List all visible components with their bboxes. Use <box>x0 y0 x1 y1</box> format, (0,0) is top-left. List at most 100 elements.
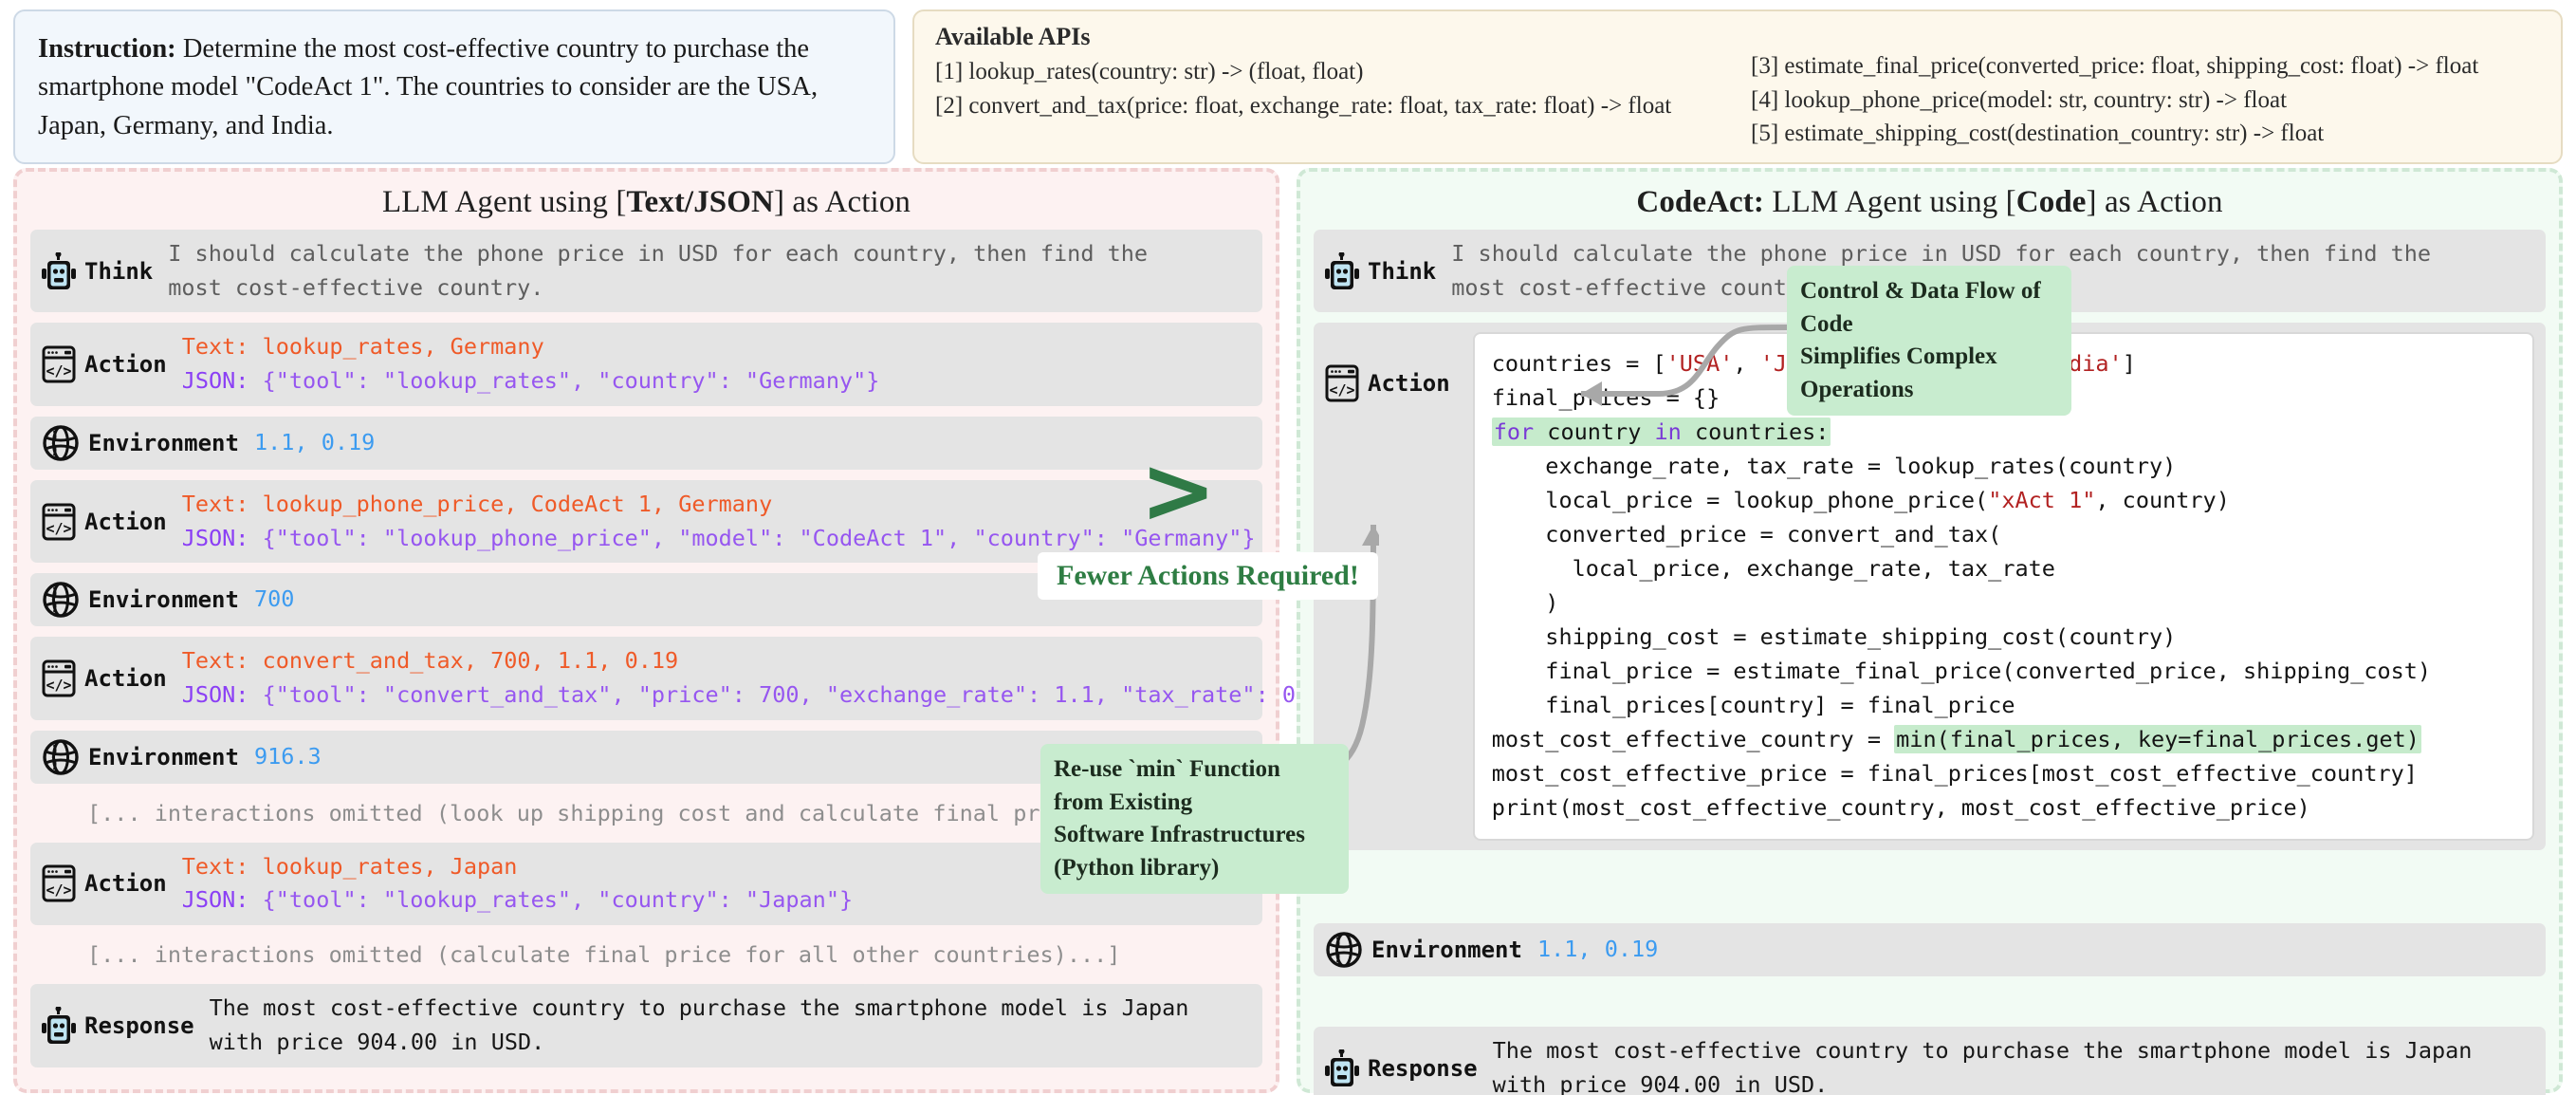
code-line: most_cost_effective_price = final_prices… <box>1492 757 2517 791</box>
left-title-suffix: ] as Action <box>773 185 911 219</box>
turn-row-environment: Environment 1.1, 0.19 <box>1314 922 2546 976</box>
code-keyword: in <box>1654 418 1682 446</box>
callout-control-flow-line2: Simplifies Complex Operations <box>1800 343 1997 402</box>
right-title-mid: LLM Agent using [ <box>1763 185 2016 219</box>
code-line: final_price = estimate_final_price(conve… <box>1492 655 2517 689</box>
svg-text:</>: </> <box>46 520 71 537</box>
role-environment: Environment <box>42 424 239 462</box>
code-line: local_price, exchange_rate, tax_rate <box>1492 552 2517 586</box>
left-panel-title: LLM Agent using [Text/JSON] as Action <box>30 185 1262 220</box>
action-text-line: Text: lookup_rates, Japan <box>182 850 853 884</box>
message-body: The most cost-effective country to purch… <box>1493 1034 2473 1095</box>
code-text: local_price, exchange_rate, tax_rate <box>1491 555 2055 583</box>
role-label: Environment <box>88 429 239 456</box>
globe-icon <box>1326 932 1362 968</box>
apis-title: Available APIs <box>935 23 1091 50</box>
left-panel-rows: Think I should calculate the phone price… <box>30 230 1350 1078</box>
api-line-4: [4] lookup_phone_price(model: str, count… <box>1751 86 2288 113</box>
action-json-key: JSON: <box>181 886 249 914</box>
role-label: Environment <box>88 586 239 614</box>
environment-value: 700 <box>253 585 295 613</box>
code-text: ] <box>2122 350 2136 378</box>
svg-text:</>: </> <box>46 882 71 899</box>
role-response: Response <box>1325 1049 1478 1087</box>
code-text: countries = [ <box>1491 350 1666 378</box>
svg-text:</>: </> <box>46 677 71 694</box>
code-text: final_prices = {} <box>1491 384 1720 412</box>
code-line: most_cost_effective_country = min(final_… <box>1492 723 2517 757</box>
svg-text:</>: </> <box>1329 381 1354 399</box>
turn-row-action: </> Action Text: lookup_phone_price, Cod… <box>30 479 1262 564</box>
code-line: shipping_cost = estimate_shipping_cost(c… <box>1492 621 2517 655</box>
robot-icon <box>42 1006 76 1044</box>
code-line: exchange_rate, tax_rate = lookup_rates(c… <box>1492 450 2517 484</box>
code-text: country <box>1534 418 1655 446</box>
action-json-line: JSON: {"tool": "convert_and_tax", "price… <box>182 678 1350 713</box>
apis-right-column: [3] estimate_final_price(converted_price… <box>1751 23 2540 151</box>
action-text-line: Text: lookup_rates, Germany <box>182 330 880 364</box>
action-text-value: lookup_rates, Germany <box>248 333 544 361</box>
code-text: countries: <box>1681 418 1830 446</box>
role-label: Action <box>84 351 167 379</box>
code-text: final_prices[country] = final_price <box>1491 691 2015 718</box>
role-environment: Environment <box>1325 931 1522 969</box>
fewer-actions-badge: Fewer Actions Required! <box>1038 552 1378 600</box>
code-line: final_prices[country] = final_price <box>1492 689 2517 723</box>
code-line: converted_price = convert_and_tax( <box>1492 518 2517 552</box>
message-body: I should calculate the phone price in US… <box>168 237 1148 305</box>
api-line-3: [3] estimate_final_price(converted_price… <box>1751 53 2479 79</box>
action-body: Text: convert_and_tax, 700, 1.1, 0.19 JS… <box>182 644 1350 713</box>
action-json-line: JSON: {"tool": "lookup_phone_price", "mo… <box>182 522 1256 556</box>
code-text: local_price = lookup_phone_price( <box>1491 487 1989 514</box>
message-line: with price 904.00 in USD. <box>209 1028 545 1055</box>
action-json-value: {"tool": "lookup_rates", "country": "Jap… <box>248 886 854 914</box>
role-label: Environment <box>1371 936 1522 963</box>
code-highlight: for country in countries: <box>1491 418 1831 447</box>
role-response: Response <box>42 1006 194 1045</box>
role-action: </> Action <box>1325 332 1450 402</box>
turn-row-response: Response The most cost-effective country… <box>1314 1026 2546 1095</box>
role-label: Action <box>84 665 167 693</box>
message-line: I should calculate the phone price in US… <box>168 240 1149 267</box>
message-line: The most cost-effective country to purch… <box>209 994 1189 1022</box>
code-window-icon: </> <box>1325 364 1359 402</box>
code-window-icon: </> <box>42 864 76 902</box>
omitted-note: [... interactions omitted (calculate fin… <box>30 936 1262 974</box>
apis-left-column: Available APIs [1] lookup_rates(country:… <box>935 23 1751 151</box>
greater-than-symbol: > <box>1140 437 1217 544</box>
omitted-text: [... interactions omitted (look up shipp… <box>87 799 1161 826</box>
role-label: Think <box>84 257 154 285</box>
turn-row-action: </> Action Text: lookup_rates, Germany J… <box>30 323 1262 406</box>
api-line-2: [2] convert_and_tax(price: float, exchan… <box>935 92 1672 119</box>
action-text-key: Text: <box>181 490 249 517</box>
code-text: converted_price = convert_and_tax( <box>1491 521 2002 548</box>
environment-value: 916.3 <box>253 742 322 770</box>
role-think: Think <box>42 251 154 290</box>
code-text: min(final_prices, key=final_prices.get) <box>1894 724 2421 753</box>
api-line-5: [5] estimate_shipping_cost(destination_c… <box>1751 121 2325 146</box>
action-body: Text: lookup_rates, Germany JSON: {"tool… <box>182 330 880 398</box>
action-text-value: lookup_rates, Japan <box>248 852 518 880</box>
api-line-1: [1] lookup_rates(country: str) -> (float… <box>935 59 1364 84</box>
right-title-suffix: ] as Action <box>2086 185 2223 219</box>
left-title-prefix: LLM Agent using [ <box>381 185 627 219</box>
robot-icon <box>1325 1049 1359 1086</box>
action-body: Text: lookup_phone_price, CodeAct 1, Ger… <box>181 488 1256 556</box>
action-json-value: {"tool": "convert_and_tax", "price": 700… <box>248 681 1350 709</box>
message-line: The most cost-effective country to purch… <box>1492 1036 2473 1064</box>
role-environment: Environment <box>42 738 239 776</box>
role-action: </> Action <box>42 503 167 541</box>
action-text-value: lookup_phone_price, CodeAct 1, Germany <box>248 490 773 517</box>
code-string: "xAct 1" <box>1988 487 2096 514</box>
role-action: </> Action <box>42 345 167 383</box>
role-label: Action <box>84 870 167 898</box>
code-window-icon: </> <box>42 345 76 383</box>
robot-icon <box>1325 251 1359 289</box>
turn-row-response: Response The most cost-effective country… <box>30 984 1262 1067</box>
instruction-label: Instruction: <box>38 34 176 64</box>
right-title-bold: Code <box>2015 185 2087 219</box>
figure-root: Instruction: Determine the most cost-eff… <box>0 0 2576 1095</box>
environment-value: 1.1, 0.19 <box>253 429 376 456</box>
code-text: most_cost_effective_country = <box>1491 725 1895 752</box>
